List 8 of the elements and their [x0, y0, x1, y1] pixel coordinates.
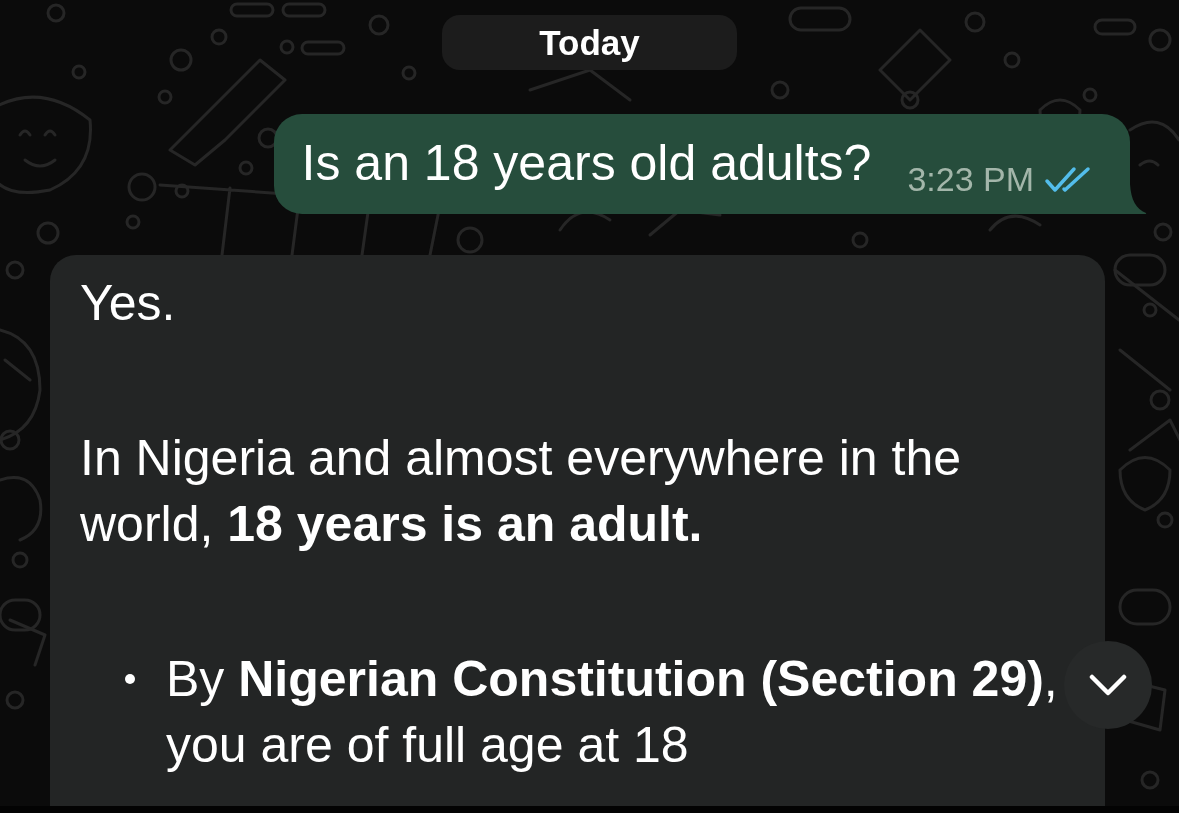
- message-text: Is an 18 years old adults?: [301, 134, 872, 193]
- bullet-icon: [125, 674, 135, 684]
- chevron-down-icon: [1089, 674, 1127, 696]
- message-paragraph: Yes.: [80, 274, 177, 333]
- bullet-text: By Nigerian Constitution (Section 29), you are of full age at 18: [166, 650, 1059, 775]
- message-time: 3:23 PM: [907, 162, 1034, 196]
- message-paragraph: In Nigeria and almost everywhere in the world, 18 years is an adult.: [80, 429, 962, 554]
- date-separator: Today: [442, 15, 737, 70]
